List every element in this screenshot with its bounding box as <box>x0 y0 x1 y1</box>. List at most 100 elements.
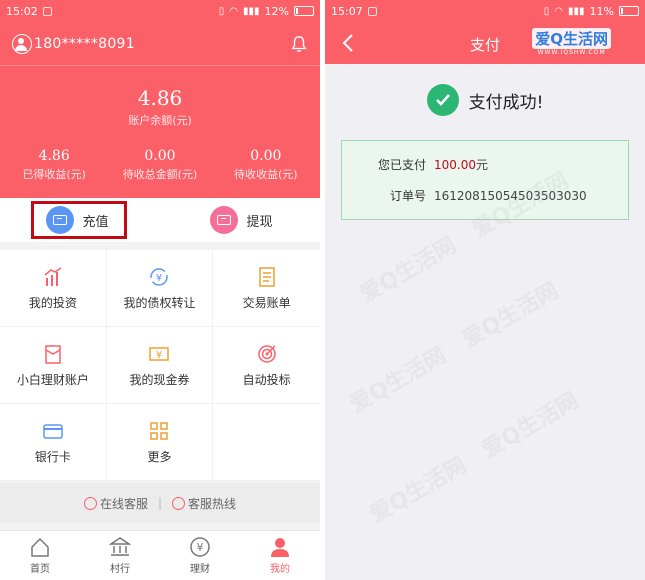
yen-circle-icon: ¥ <box>190 537 210 557</box>
hotline-label: 客服热线 <box>188 496 237 511</box>
tab-label: 首页 <box>30 564 50 575</box>
stat-label: 已得收益(元) <box>22 168 86 181</box>
brand-watermark-logo: 爱Q生活网 WWW.IQSHW.COM <box>532 28 611 56</box>
grid-item-bank-card[interactable]: 银行卡 <box>0 404 107 481</box>
bottom-tab-bar: 首页 村行 ¥ 理财 我的 <box>0 530 320 580</box>
recharge-label: 充值 <box>82 214 109 230</box>
bill-icon <box>258 266 275 287</box>
tab-home[interactable]: 首页 <box>0 531 80 580</box>
grid-item-bills[interactable]: 交易账单 <box>213 250 320 327</box>
grid-item-more[interactable]: 更多 <box>106 404 214 481</box>
avatar-icon <box>12 33 32 54</box>
battery-icon <box>294 6 314 16</box>
battery-percent: 11% <box>589 4 614 18</box>
more-grid-icon <box>150 421 169 440</box>
bank-card-icon <box>43 423 63 439</box>
target-icon <box>257 344 276 363</box>
yen-voucher-icon: ¥ <box>149 346 170 361</box>
tab-label: 我的 <box>270 564 290 575</box>
user-profile[interactable]: 180*****8091 <box>12 33 135 54</box>
payment-result-screen: 15:07 ▯ ◠ ▮▮▮ 11% 支付 爱Q生活网 WWW.IQSHW.COM… <box>325 0 645 580</box>
grid-item-label: 小白理财账户 <box>16 372 89 387</box>
svg-text:¥: ¥ <box>156 273 162 284</box>
background-watermark: 爱Q生活网 爱Q生活网 <box>345 278 564 419</box>
chat-icon <box>83 496 97 510</box>
receipt-row-amount: 您已支付 100.00 元 <box>342 149 628 180</box>
balance-block: 4.86 账户余额(元) <box>0 86 320 128</box>
feature-grid: 我的投资 ¥ 我的债权转让 交易账单 小白理财账户 ¥ 我的现金券 自动投标 银… <box>0 250 320 481</box>
grid-item-label: 自动投标 <box>242 372 291 387</box>
recharge-card-icon <box>46 206 75 234</box>
hotline-link[interactable]: 客服热线 <box>172 495 236 512</box>
grid-item-debt-transfer[interactable]: ¥ 我的债权转让 <box>106 250 214 327</box>
customer-service-bar: 在线客服 | 客服热线 <box>0 483 320 523</box>
status-time: 15:02 <box>6 4 38 18</box>
balance-amount: 4.86 <box>137 86 183 110</box>
grid-item-label: 更多 <box>147 449 172 464</box>
grid-item-wallet[interactable]: 小白理财账户 <box>0 327 107 404</box>
paid-amount: 100.00 <box>434 157 476 172</box>
grid-item-investment[interactable]: 我的投资 <box>0 250 107 327</box>
user-bar: 180*****8091 <box>0 22 320 66</box>
notification-icon <box>42 6 52 16</box>
grid-item-auto-bid[interactable]: 自动投标 <box>213 327 320 404</box>
tab-mine[interactable]: 我的 <box>240 531 320 580</box>
grid-item-label: 我的现金券 <box>129 372 190 387</box>
status-bar: 15:02 ▯ ◠ ▮▮▮ 12% <box>0 0 320 22</box>
status-bar: 15:07 ▯ ◠ ▮▮▮ 11% <box>325 0 645 22</box>
tab-village-bank[interactable]: 村行 <box>80 531 160 580</box>
wifi-icon: ◠ <box>554 5 564 17</box>
grid-item-voucher[interactable]: ¥ 我的现金券 <box>106 327 214 404</box>
bank-icon <box>109 537 131 556</box>
grid-item-label: 交易账单 <box>242 295 291 310</box>
vibrate-icon: ▯ <box>543 5 550 17</box>
stat-earned: 4.86 已得收益(元) <box>22 148 86 182</box>
payment-receipt: 您已支付 100.00 元 订单号 16120815054503503030 <box>341 140 629 220</box>
signal-icon: ▮▮▮ <box>243 5 260 17</box>
stat-label: 待收收益(元) <box>234 168 298 181</box>
wifi-icon: ◠ <box>229 5 239 17</box>
recharge-button[interactable]: 充值 <box>31 201 128 239</box>
order-label: 订单号 <box>389 189 426 203</box>
stat-pending-total: 0.00 待收总金额(元) <box>123 148 198 182</box>
investment-chart-icon <box>44 266 62 286</box>
nav-bar: 支付 爱Q生活网 WWW.IQSHW.COM <box>325 22 645 64</box>
separator: | <box>157 496 163 510</box>
svg-text:¥: ¥ <box>197 541 204 554</box>
wallet-icon <box>45 344 61 364</box>
online-service-label: 在线客服 <box>99 496 148 511</box>
quick-actions: 充值 提现 <box>0 198 320 242</box>
stat-value: 4.86 <box>38 148 70 164</box>
tab-label: 理财 <box>190 564 210 575</box>
battery-percent: 12% <box>264 4 289 18</box>
receipt-row-order: 订单号 16120815054503503030 <box>342 180 628 211</box>
yen-transfer-icon: ¥ <box>150 267 169 286</box>
paid-label: 您已支付 <box>377 158 426 172</box>
bell-icon[interactable] <box>290 35 308 53</box>
grid-item-label: 银行卡 <box>34 449 71 464</box>
grid-item-label: 我的债权转让 <box>123 295 196 310</box>
stat-pending-earnings: 0.00 待收收益(元) <box>234 148 298 182</box>
background-watermark: 爱Q生活网 爱Q生活网 <box>365 388 584 529</box>
home-icon <box>31 537 49 557</box>
brand-logo-text: 爱Q生活网 <box>532 28 611 49</box>
status-bar-wrap: 15:07 ▯ ◠ ▮▮▮ 11% <box>325 0 645 22</box>
grid-item-label: 我的投资 <box>28 295 77 310</box>
online-service-link[interactable]: 在线客服 <box>83 495 148 512</box>
headset-icon <box>172 496 186 510</box>
vibrate-icon: ▯ <box>218 5 225 17</box>
withdraw-card-icon <box>210 206 239 234</box>
withdraw-button[interactable]: 提现 <box>198 201 284 239</box>
tab-finance[interactable]: ¥ 理财 <box>160 531 240 580</box>
paid-unit: 元 <box>476 158 489 172</box>
payment-success-banner: 支付成功! <box>325 84 645 116</box>
success-check-icon <box>426 84 459 116</box>
grid-empty-cell <box>213 404 320 481</box>
notification-icon <box>367 6 377 16</box>
stat-value: 0.00 <box>250 148 282 164</box>
user-phone: 180*****8091 <box>34 35 135 52</box>
order-number: 16120815054503503030 <box>434 188 587 203</box>
signal-icon: ▮▮▮ <box>568 5 585 17</box>
brand-url: WWW.IQSHW.COM <box>537 49 606 56</box>
earnings-stats: 4.86 已得收益(元) 0.00 待收总金额(元) 0.00 待收收益(元) <box>0 148 320 182</box>
